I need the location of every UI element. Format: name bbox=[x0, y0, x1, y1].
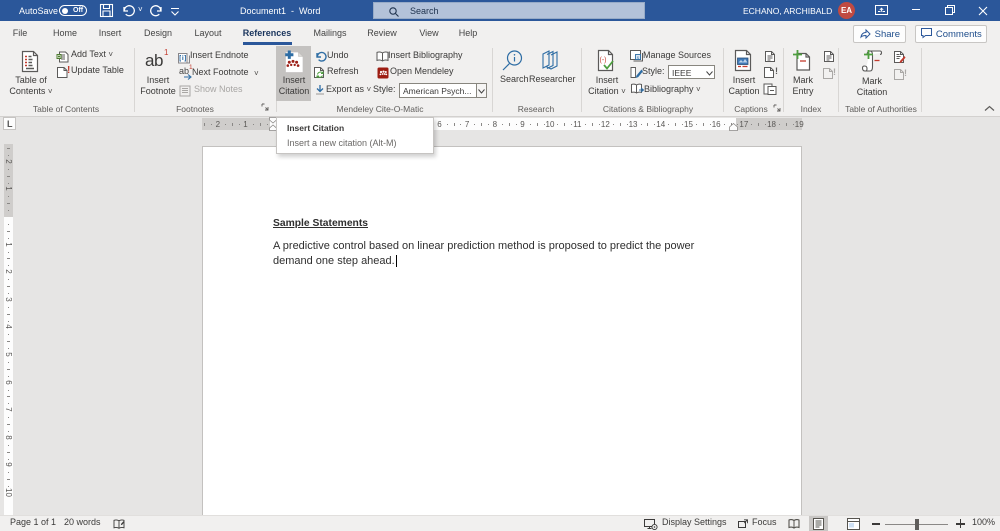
svg-text:(-): (-) bbox=[600, 57, 607, 64]
